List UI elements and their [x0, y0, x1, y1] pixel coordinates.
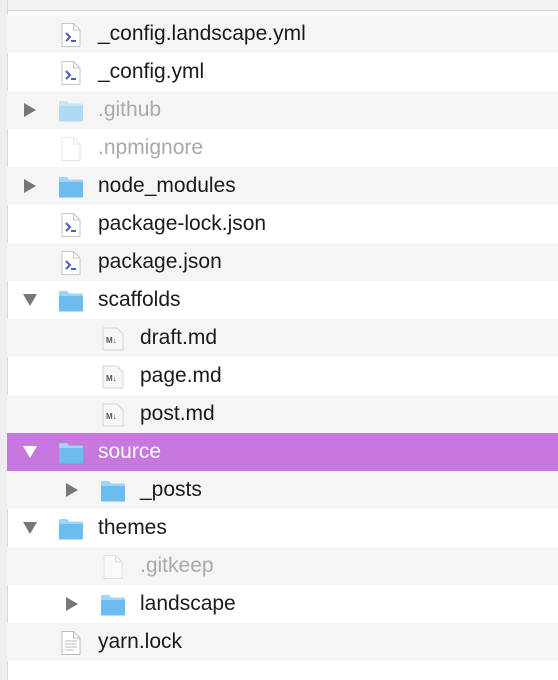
disclosure-collapsed-icon[interactable]	[21, 101, 39, 119]
tree-row[interactable]: M↓ page.md	[7, 357, 558, 395]
folder-icon	[58, 440, 84, 466]
tree-row[interactable]: .github	[7, 91, 558, 129]
svg-text:M↓: M↓	[106, 374, 117, 383]
yaml-file-icon	[58, 22, 84, 48]
tree-row-label: .github	[98, 98, 162, 121]
tree-row-label: post.md	[140, 402, 215, 425]
markdown-file-icon: M↓	[100, 326, 126, 352]
tree-row[interactable]: .npmignore	[7, 129, 558, 167]
tree-row-label: yarn.lock	[98, 630, 183, 653]
tree-row[interactable]: M↓ draft.md	[7, 319, 558, 357]
svg-text:M↓: M↓	[106, 336, 117, 345]
text-file-icon	[58, 630, 84, 656]
tree-row-label: _config.landscape.yml	[98, 22, 306, 45]
tree-row-label: .npmignore	[98, 136, 204, 159]
tree-row-label: _posts	[140, 478, 202, 501]
blank-file-icon	[100, 554, 126, 580]
disclosure-expanded-icon[interactable]	[21, 443, 39, 461]
tree-row[interactable]: M↓ post.md	[7, 395, 558, 433]
tree-row[interactable]: landscape	[7, 585, 558, 623]
top-toolbar-edge	[0, 0, 558, 11]
tree-row-label: _config.yml	[98, 60, 205, 83]
tree-row-label: scaffolds	[98, 288, 181, 311]
markdown-file-icon: M↓	[100, 402, 126, 428]
tree-row[interactable]: _config.yml	[7, 53, 558, 91]
tree-row[interactable]: package.json	[7, 243, 558, 281]
disclosure-collapsed-icon[interactable]	[63, 595, 81, 613]
svg-text:M↓: M↓	[106, 412, 117, 421]
tree-row-label: landscape	[140, 592, 236, 615]
tree-row[interactable]: _posts	[7, 471, 558, 509]
folder-icon	[58, 288, 84, 314]
tree-row-label: themes	[98, 516, 167, 539]
disclosure-collapsed-icon[interactable]	[63, 481, 81, 499]
tree-row-label: .gitkeep	[140, 554, 214, 577]
tree-row-label: package.json	[98, 250, 222, 273]
tree-row[interactable]: themes	[7, 509, 558, 547]
folder-icon	[58, 516, 84, 542]
tree-row[interactable]: .gitkeep	[7, 547, 558, 585]
tree-row-label: source	[98, 440, 162, 463]
blank-file-icon	[58, 136, 84, 162]
tree-row-label: package-lock.json	[98, 212, 267, 235]
tree-row[interactable]: yarn.lock	[7, 623, 558, 661]
tree-row-label: node_modules	[98, 174, 236, 197]
tree-row[interactable]: package-lock.json	[7, 205, 558, 243]
tree-row[interactable]: node_modules	[7, 167, 558, 205]
tree-row[interactable]: scaffolds	[7, 281, 558, 319]
json-file-icon	[58, 250, 84, 276]
yaml-file-icon	[58, 60, 84, 86]
folder-icon	[100, 592, 126, 618]
disclosure-expanded-icon[interactable]	[21, 519, 39, 537]
folder-icon	[58, 98, 84, 124]
markdown-file-icon: M↓	[100, 364, 126, 390]
folder-icon	[100, 478, 126, 504]
disclosure-expanded-icon[interactable]	[21, 291, 39, 309]
disclosure-collapsed-icon[interactable]	[21, 177, 39, 195]
folder-icon	[58, 174, 84, 200]
tree-row-label: draft.md	[140, 326, 218, 349]
tree-row-label: page.md	[140, 364, 222, 387]
tree-row[interactable]: source	[7, 433, 558, 471]
tree-row[interactable]: _config.landscape.yml	[7, 15, 558, 53]
json-file-icon	[58, 212, 84, 238]
file-tree: _config.landscape.yml _config.yml .githu…	[7, 15, 558, 661]
